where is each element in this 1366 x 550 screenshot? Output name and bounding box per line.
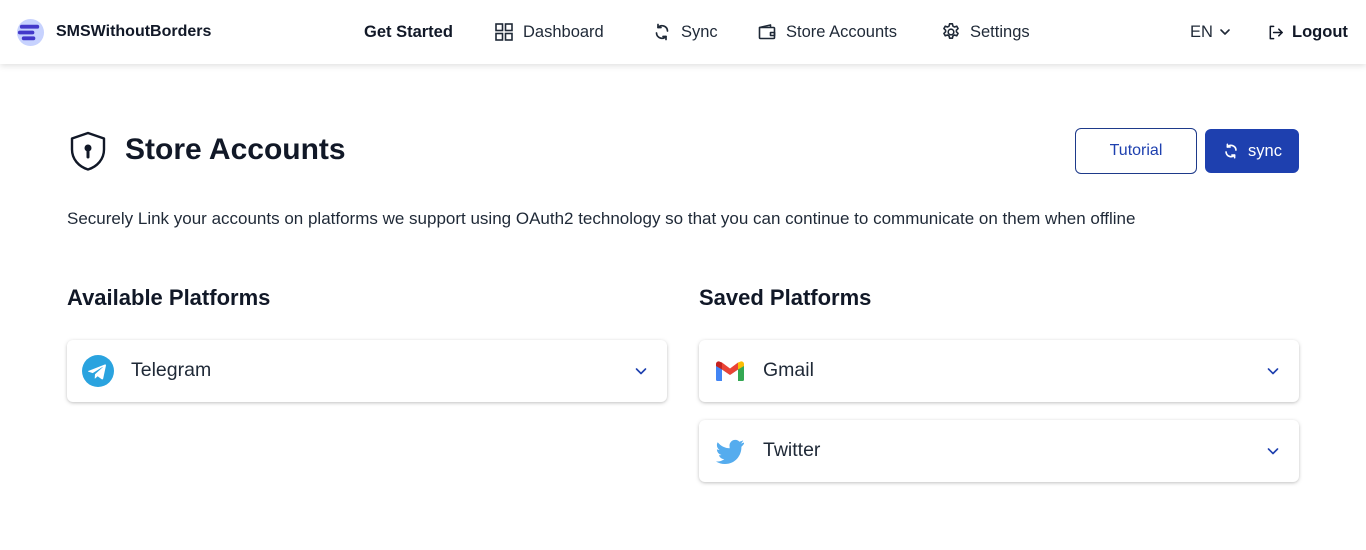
platform-name: Twitter bbox=[763, 439, 821, 461]
language-selector[interactable]: EN bbox=[1190, 0, 1232, 64]
sync-icon bbox=[1225, 143, 1237, 159]
gear-icon bbox=[943, 23, 959, 39]
brand-name: SMSWithoutBorders bbox=[56, 23, 212, 40]
language-label: EN bbox=[1190, 22, 1213, 41]
page-header: Store Accounts Tutorial sync bbox=[67, 128, 1299, 174]
logout-label: Logout bbox=[1292, 22, 1348, 41]
platform-card-twitter[interactable]: Twitter bbox=[699, 420, 1299, 482]
gmail-icon bbox=[716, 361, 744, 381]
nav-dashboard-label: Dashboard bbox=[523, 22, 604, 41]
nav-store-accounts-label: Store Accounts bbox=[786, 22, 897, 41]
chevron-down-icon bbox=[1220, 29, 1230, 35]
page-description: Securely Link your accounts on platforms… bbox=[67, 209, 1136, 228]
logout-button[interactable]: Logout bbox=[1267, 0, 1348, 64]
platform-name: Gmail bbox=[763, 359, 814, 381]
brand-logo-icon bbox=[16, 18, 45, 46]
chevron-down-icon[interactable] bbox=[1265, 443, 1281, 459]
nav-store-accounts[interactable]: Store Accounts bbox=[757, 0, 941, 64]
nav-settings-label: Settings bbox=[970, 22, 1030, 41]
sync-button-label: sync bbox=[1248, 141, 1282, 160]
nav-settings[interactable]: Settings bbox=[941, 0, 1051, 64]
dashboard-grid-icon bbox=[495, 23, 513, 41]
nav-get-started[interactable]: Get Started bbox=[364, 0, 494, 64]
nav-sync[interactable]: Sync bbox=[652, 0, 757, 64]
twitter-icon bbox=[716, 439, 744, 465]
chevron-down-icon[interactable] bbox=[1265, 363, 1281, 379]
saved-platforms-title: Saved Platforms bbox=[699, 285, 872, 310]
platform-card-gmail[interactable]: Gmail bbox=[699, 340, 1299, 402]
shield-keyhole-icon bbox=[70, 131, 106, 171]
nav-sync-label: Sync bbox=[681, 22, 718, 41]
logout-icon bbox=[1269, 25, 1283, 39]
available-platforms-title: Available Platforms bbox=[67, 285, 271, 310]
page-title: Store Accounts bbox=[125, 133, 346, 166]
nav-get-started-label: Get Started bbox=[364, 22, 453, 41]
brand[interactable]: SMSWithoutBorders bbox=[16, 16, 211, 48]
telegram-icon bbox=[82, 355, 114, 387]
nav-dashboard[interactable]: Dashboard bbox=[494, 0, 652, 64]
sync-button[interactable]: sync bbox=[1205, 129, 1299, 173]
tutorial-button[interactable]: Tutorial bbox=[1075, 128, 1197, 174]
tutorial-button-label: Tutorial bbox=[1109, 142, 1163, 159]
nav-links: Get Started Dashboard Sync Store Account… bbox=[364, 0, 1051, 64]
top-navbar: SMSWithoutBorders Get Started Dashboard … bbox=[0, 0, 1366, 64]
platform-card-telegram[interactable]: Telegram bbox=[67, 340, 667, 402]
platform-name: Telegram bbox=[131, 359, 212, 381]
sync-icon bbox=[655, 23, 669, 41]
chevron-down-icon[interactable] bbox=[633, 363, 649, 379]
wallet-icon bbox=[758, 24, 776, 40]
